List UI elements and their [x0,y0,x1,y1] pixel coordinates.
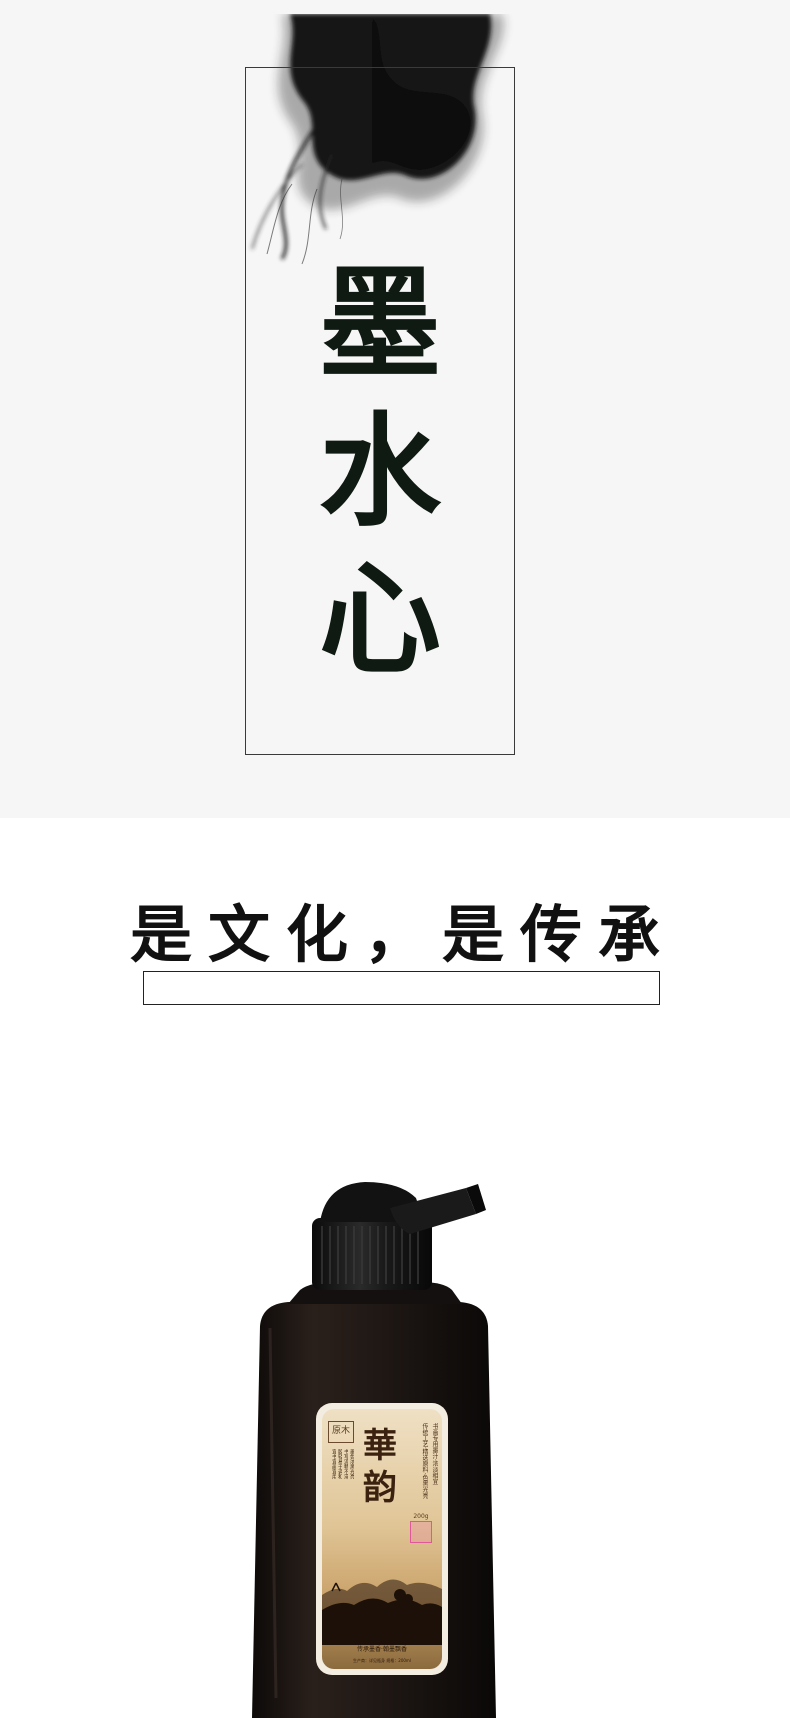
label-tagline: 传承墨香·翰墨飘香 [357,1646,407,1653]
label-description: 墨色浓黑光亮 书写流畅不滞 胶轻易于调和 宜书宜画宜用 [328,1449,354,1513]
title-char: 墨 [319,253,441,395]
slogan-char: 承 [598,898,661,971]
slogan-char: ， [364,898,427,971]
label-side-text: 书画专用墨汁·浓淡相宜 [431,1423,438,1485]
product-detail-page: 墨 水 心 是 文 化 ， 是 传 承 原木 墨色浓黑光亮 书写流畅不滞 胶轻易… [0,0,790,1718]
slogan-heading: 是 文 化 ， 是 传 承 [130,890,660,980]
product-image: 原木 墨色浓黑光亮 书写流畅不滞 胶轻易于调和 宜书宜画宜用 華 韵 传统工艺·… [240,1178,510,1718]
label-text: 宜书宜画宜用 [331,1449,336,1479]
slogan-char: 是 [442,898,505,971]
seal-stamp [410,1521,432,1543]
slogan-char: 传 [520,898,583,971]
slogan-char: 化 [286,898,349,971]
product-name-char: 韵 [363,1468,397,1508]
title-char: 心 [319,549,441,691]
label-side-text: 传统工艺·精选原料·色黑光亮 [421,1423,428,1499]
label-code: 200g [413,1513,429,1520]
landscape-icon [322,1579,442,1645]
label-footer: 生产商：详见瓶身 规格：200ml [353,1658,411,1663]
title-char: 水 [319,401,441,543]
product-name-char: 華 [363,1426,397,1466]
page-title: 墨 水 心 [245,250,515,710]
slogan-char: 文 [208,898,271,971]
product-section: 是 文 化 ， 是 传 承 原木 墨色浓黑光亮 书写流畅不滞 胶轻易于调和 宜书… [0,818,790,1718]
label-text: 墨色浓黑光亮 [349,1449,354,1479]
slogan-underline-box [143,971,660,1005]
product-label: 原木 墨色浓黑光亮 书写流畅不滞 胶轻易于调和 宜书宜画宜用 華 韵 传统工艺·… [316,1403,448,1675]
label-text: 胶轻易于调和 [337,1449,342,1479]
label-text: 书写流畅不滞 [343,1449,348,1479]
product-label-inner: 原木 墨色浓黑光亮 书写流畅不滞 胶轻易于调和 宜书宜画宜用 華 韵 传统工艺·… [322,1409,442,1669]
brand-seal: 原木 [328,1421,354,1443]
product-name: 華 韵 [356,1425,404,1509]
hero-section: 墨 水 心 [0,0,790,818]
slogan-char: 是 [130,898,193,971]
